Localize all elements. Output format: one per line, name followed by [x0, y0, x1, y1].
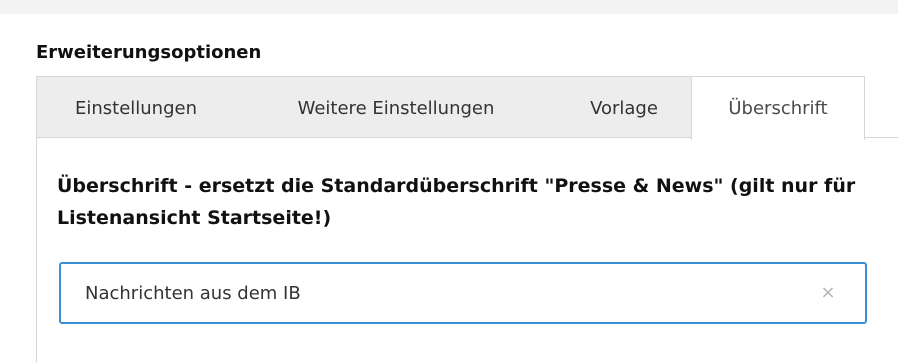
tab-panel: Überschrift - ersetzt die Standardübersc…: [36, 137, 898, 362]
tab-ueberschrift[interactable]: Überschrift: [691, 76, 865, 140]
headline-input-wrapper: ×: [59, 262, 867, 324]
tab-vorlage[interactable]: Vorlage: [557, 77, 691, 139]
field-label: Überschrift - ersetzt die Standardübersc…: [57, 175, 856, 229]
tab-weitere-einstellungen[interactable]: Weitere Einstellungen: [235, 77, 557, 139]
top-background-strip: [0, 0, 898, 14]
tab-bar: Einstellungen Weitere Einstellungen Vorl…: [36, 76, 865, 140]
tab-einstellungen[interactable]: Einstellungen: [37, 77, 235, 139]
section-title: Erweiterungsoptionen: [36, 42, 262, 63]
headline-input[interactable]: [61, 264, 801, 322]
close-icon[interactable]: ×: [817, 281, 839, 303]
